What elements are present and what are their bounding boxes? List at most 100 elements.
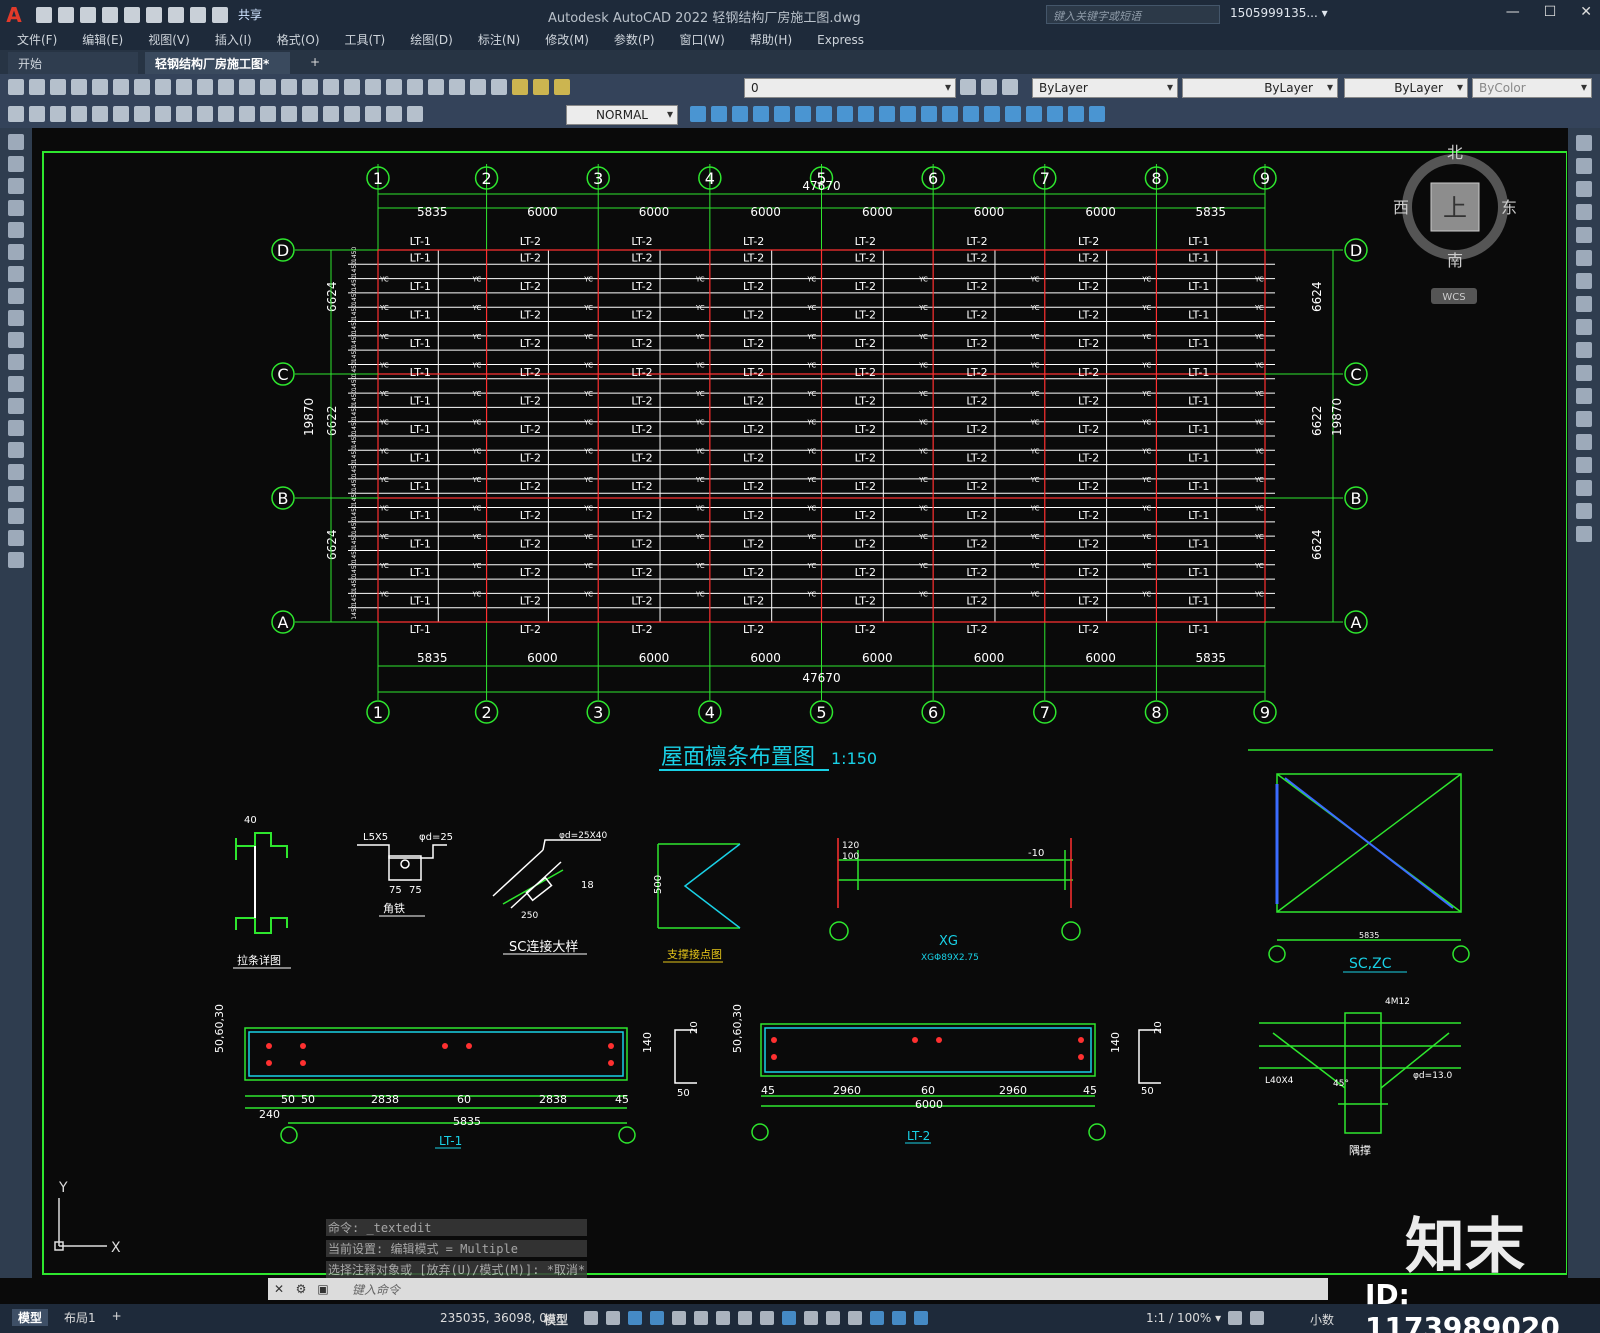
jogged-dim-icon[interactable] [134,106,150,122]
jogged-linear-icon[interactable] [344,106,360,122]
menu-tools[interactable]: 工具(T) [345,31,386,48]
fillet-icon[interactable] [984,106,1000,122]
erase-icon[interactable] [1576,135,1592,151]
search-input[interactable]: 键入关键字或短语 [1046,5,1220,24]
fillet-icon[interactable] [1576,480,1592,496]
wcs-menu[interactable]: WCS [1442,292,1465,303]
viewcube[interactable]: 上 北 南 东 西 WCS [1393,143,1517,304]
offset-icon[interactable] [1576,204,1592,220]
pedit-icon[interactable] [1047,106,1063,122]
blend-icon[interactable] [1026,106,1042,122]
3dosnap-icon[interactable] [826,1311,840,1325]
linetype-select[interactable]: ByLayer [1182,78,1338,98]
quick-dim-icon[interactable] [8,106,24,122]
zoom-icon[interactable] [281,79,297,95]
gizmo-icon[interactable] [870,1311,884,1325]
isodraft-icon[interactable] [694,1311,708,1325]
table-icon[interactable] [8,508,24,524]
menu-help[interactable]: 帮助(H) [750,31,792,48]
copy-icon[interactable] [155,79,171,95]
infer-icon[interactable] [628,1311,642,1325]
scale-icon[interactable] [837,106,853,122]
save-web-icon[interactable] [146,6,162,23]
polyline-icon[interactable] [8,178,24,194]
plot-icon[interactable] [71,79,87,95]
command-input[interactable]: 键入命令 [352,1281,400,1298]
workspace-icon[interactable] [1228,1311,1242,1325]
zoom-window-icon[interactable] [302,79,318,95]
arc-icon[interactable] [8,244,24,260]
lengthen-icon[interactable] [1089,106,1105,122]
arc-dim-icon[interactable] [71,106,87,122]
share-button[interactable]: 共享 [238,6,262,23]
redo-icon[interactable] [239,79,255,95]
dimstyle-select[interactable]: NORMAL [566,105,678,125]
array-icon[interactable] [1576,227,1592,243]
close-icon[interactable]: ✕ [1580,4,1592,20]
help-icon[interactable] [470,79,486,95]
rotate-icon[interactable] [1576,273,1592,289]
undo-icon[interactable] [218,79,234,95]
dim-text-edit-icon[interactable] [386,106,402,122]
layer-state-icon[interactable] [1002,79,1018,95]
rotate-icon[interactable] [816,106,832,122]
properties-icon[interactable] [344,79,360,95]
align-icon[interactable] [1068,106,1084,122]
pan-icon[interactable] [260,79,276,95]
layer-select[interactable]: 0 [744,78,956,98]
erase-icon[interactable] [690,106,706,122]
lineweight-select[interactable]: ByLayer [1344,78,1468,98]
center-mark-icon[interactable] [302,106,318,122]
annotation-visibility-icon[interactable] [892,1311,906,1325]
ellipse-icon[interactable] [8,332,24,348]
add-layout-button[interactable]: + [112,1309,122,1326]
tab-start[interactable]: 开始 [8,52,138,74]
polar-icon[interactable] [672,1311,686,1325]
move-icon[interactable] [1576,250,1592,266]
point-icon[interactable] [8,420,24,436]
line-icon[interactable] [8,134,24,150]
dim-update-icon[interactable] [407,106,423,122]
plus-icon[interactable] [1250,1311,1264,1325]
coordinate-readout[interactable]: 235035, 36098, 0 [440,1311,547,1325]
menu-insert[interactable]: 插入(I) [215,31,252,48]
open-icon[interactable] [29,79,45,95]
dynamic-ucs-icon[interactable] [848,1311,862,1325]
gradient-icon[interactable] [8,464,24,480]
calc-icon[interactable] [449,79,465,95]
tolerance-icon[interactable] [281,106,297,122]
lock-icon[interactable] [554,79,570,95]
tool-palette-icon[interactable] [386,79,402,95]
dim-edit-icon[interactable] [365,106,381,122]
copy-icon[interactable] [1576,158,1592,174]
color-select[interactable]: ByLayer [1032,78,1178,98]
new-icon[interactable] [36,6,52,23]
tab-model[interactable]: 模型 [12,1309,49,1326]
array-icon[interactable] [774,106,790,122]
undo-icon[interactable] [190,6,206,23]
aligned-dim-icon[interactable] [50,106,66,122]
explode-icon[interactable] [1576,526,1592,542]
continue-dim-icon[interactable] [218,106,234,122]
join-icon[interactable] [942,106,958,122]
spline-icon[interactable] [8,310,24,326]
zoom-prev-icon[interactable] [323,79,339,95]
add-selected-icon[interactable] [8,552,24,568]
minimize-icon[interactable]: — [1506,4,1520,20]
redo-icon[interactable] [212,6,228,23]
ortho-icon[interactable] [650,1311,664,1325]
design-center-icon[interactable] [365,79,381,95]
cut-icon[interactable] [134,79,150,95]
insert-block-icon[interactable] [8,376,24,392]
command-customize-icon[interactable]: ⚙ [290,1282,312,1296]
copy-obj-icon[interactable] [711,106,727,122]
grid-icon[interactable] [584,1311,598,1325]
menu-format[interactable]: 格式(O) [277,31,320,48]
mirror-icon[interactable] [1576,181,1592,197]
viewcube-top-label[interactable]: 上 [1443,194,1467,222]
region-icon[interactable] [8,486,24,502]
make-block-icon[interactable] [8,398,24,414]
stretch-icon[interactable] [1576,319,1592,335]
break-dim-icon[interactable] [260,106,276,122]
xline-icon[interactable] [8,156,24,172]
